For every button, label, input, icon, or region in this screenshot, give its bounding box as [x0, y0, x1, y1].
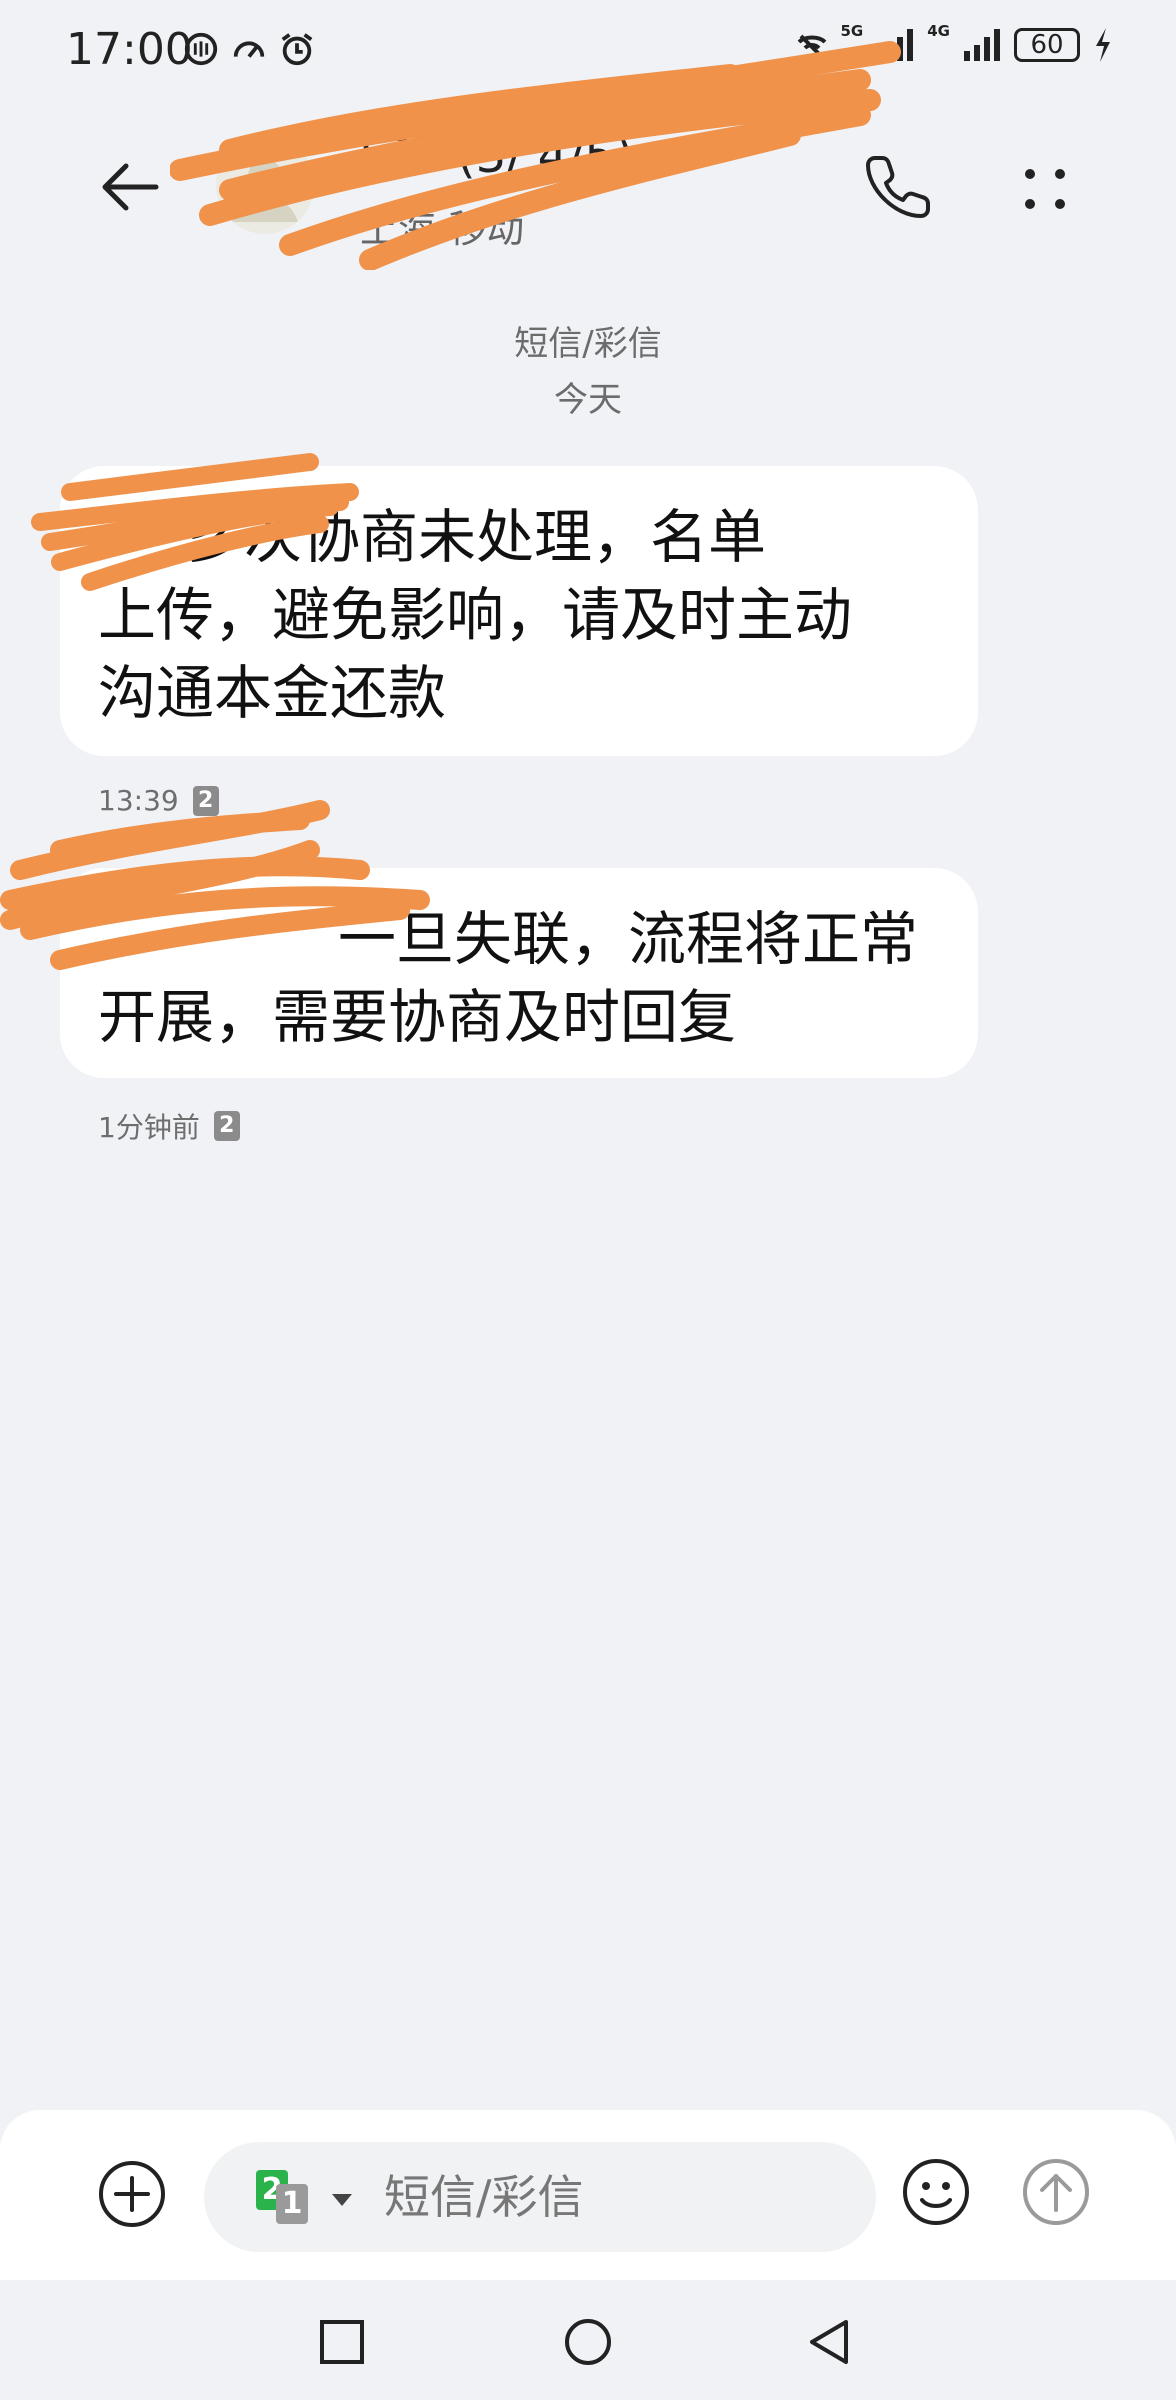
status-time: 17:00: [66, 24, 193, 75]
sim-switch[interactable]: 2 1: [256, 2170, 322, 2226]
message-line: 上传，避免影响，请及时主动: [98, 581, 853, 649]
phone-icon[interactable]: [864, 150, 934, 220]
message-bubble[interactable]: 一旦失联，流程将正常 开展，需要协商及时回复: [60, 868, 978, 1078]
back-triangle-icon[interactable]: [800, 2312, 860, 2372]
message-line: 开展，需要协商及时回复: [98, 983, 737, 1051]
message-line: 一旦失联，流程将正常: [338, 905, 919, 973]
avatar-icon[interactable]: [216, 136, 314, 234]
signal-icon: [877, 29, 914, 61]
chevron-down-icon[interactable]: [332, 2194, 352, 2206]
emoji-icon[interactable]: [900, 2156, 972, 2228]
message-time: 1分钟前: [98, 1111, 200, 1144]
status-right: 5G 4G 60: [795, 22, 1113, 64]
battery-indicator: 60: [1014, 28, 1080, 62]
network-4g-label: 4G: [927, 22, 950, 40]
sim-badge: 2: [192, 785, 219, 816]
mute-icon: [797, 34, 826, 60]
status-bar: 17:00 5G 4G 60: [0, 0, 1176, 100]
signal-icon: [964, 29, 1000, 61]
message-meta: 13:39 2: [98, 784, 219, 817]
alarm-icon: [281, 33, 313, 66]
system-nav-bar: [0, 2280, 1176, 2400]
message-meta: 1分钟前 2: [98, 1106, 240, 1146]
speed-icon: [233, 41, 265, 58]
contact-carrier: 上海 移动: [360, 207, 525, 251]
recents-square-icon[interactable]: [312, 2312, 372, 2372]
contact-name[interactable]: 173 (3/ 4/5): [350, 128, 634, 184]
message-bubble[interactable]: 多次协商未处理，名单 上传，避免影响，请及时主动 沟通本金还款: [60, 466, 978, 756]
channel-label: 短信/彩信: [514, 324, 662, 364]
more-dots-icon[interactable]: [1010, 154, 1080, 224]
sim-badge: 2: [213, 1111, 240, 1141]
back-arrow-icon[interactable]: [96, 152, 166, 222]
message-line: 沟通本金还款: [98, 659, 447, 727]
message-time: 13:39: [98, 784, 179, 817]
composer-bar: 2 1: [0, 2110, 1176, 2280]
send-arrow-icon[interactable]: [1020, 2156, 1092, 2228]
conversation-header: 173 (3/ 4/5) 上海 移动: [0, 41, 1176, 270]
message-input[interactable]: [384, 2162, 844, 2232]
nfc-icon: [184, 32, 218, 66]
plus-icon[interactable]: [96, 2158, 168, 2230]
sim-secondary-badge: 1: [276, 2184, 308, 2224]
network-5g-label: 5G: [840, 22, 864, 40]
charging-icon: [1096, 28, 1110, 62]
status-left-icons: [182, 30, 316, 68]
message-line: 多次协商未处理，名单: [186, 503, 767, 571]
date-label: 今天: [554, 380, 622, 420]
message-input-pill[interactable]: 2 1: [204, 2142, 876, 2252]
home-circle-icon[interactable]: [558, 2312, 618, 2372]
